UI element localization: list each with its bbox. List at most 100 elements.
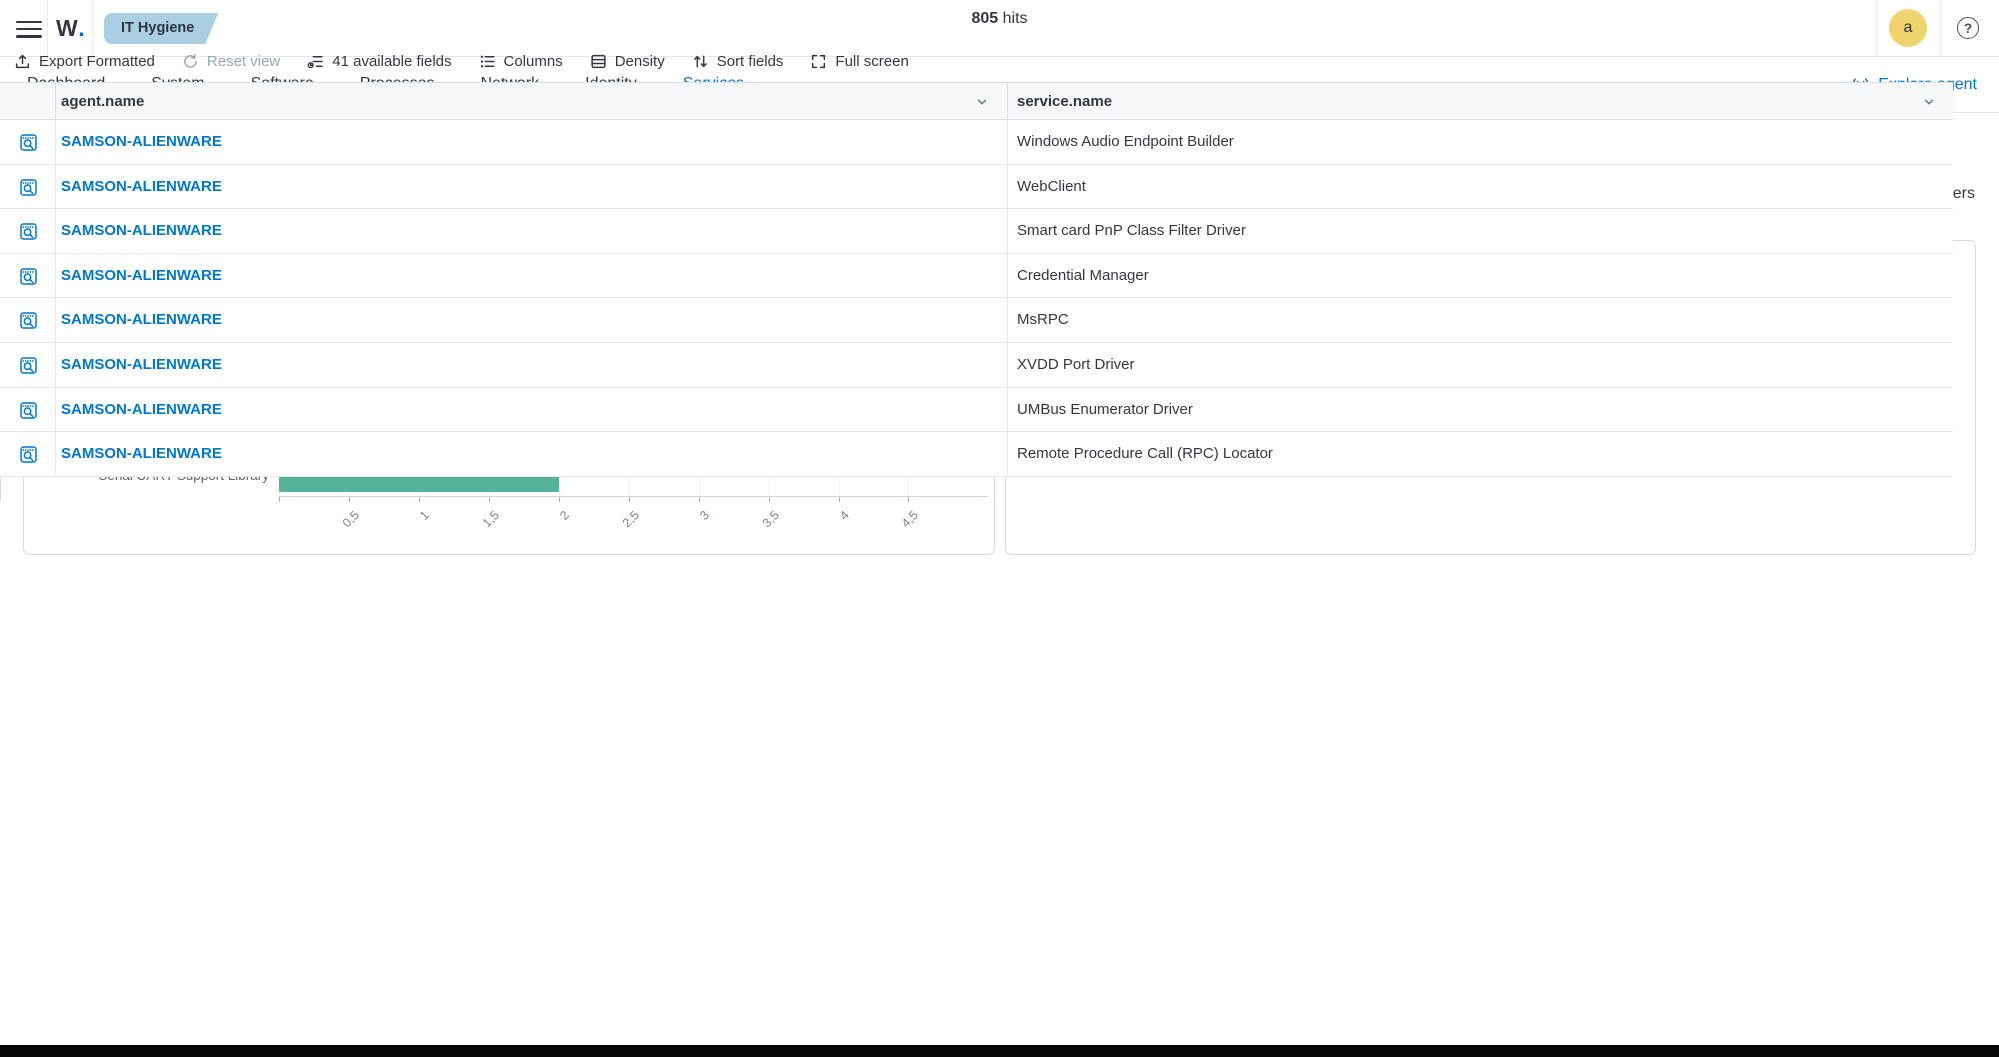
x-tick	[419, 497, 420, 502]
table-row: SAMSON-ALIENWARE Remote Procedure Call (R…	[0, 432, 1953, 477]
divider	[1007, 388, 1008, 432]
x-tick	[699, 497, 700, 502]
agent-name-link[interactable]: SAMSON-ALIENWARE	[61, 298, 222, 343]
divider	[1007, 83, 1008, 119]
divider	[55, 209, 56, 253]
x-tick	[769, 497, 770, 502]
table-toolbar: Export Formatted Reset view 41 available f…	[14, 44, 909, 78]
divider	[1007, 432, 1008, 476]
divider	[1007, 209, 1008, 253]
x-tick-label: 4,5	[880, 508, 921, 549]
inspect-document-icon[interactable]	[19, 222, 38, 241]
divider	[1007, 120, 1008, 164]
fields-icon	[307, 53, 324, 70]
divider	[1876, 0, 1877, 57]
divider	[55, 165, 56, 209]
wazuh-it-hygiene-page: W. IT Hygiene a ? DashboardSystemSoftwar…	[0, 0, 1999, 1057]
density-button[interactable]: Density	[590, 53, 665, 70]
table-row: SAMSON-ALIENWARE XVDD Port Driver	[0, 343, 1953, 388]
agent-name-link[interactable]: SAMSON-ALIENWARE	[61, 120, 222, 165]
toolbar-label: Reset view	[207, 53, 280, 70]
reset-view-button: Reset view	[182, 53, 280, 70]
agent-name-link[interactable]: SAMSON-ALIENWARE	[61, 432, 222, 477]
service-name-cell: Remote Procedure Call (RPC) Locator	[1017, 432, 1273, 477]
x-tick	[839, 497, 840, 502]
divider	[55, 254, 56, 298]
agent-name-link[interactable]: SAMSON-ALIENWARE	[61, 254, 222, 299]
hits-count: 805 hits	[0, 10, 1953, 28]
divider	[1940, 0, 1941, 57]
divider	[1007, 343, 1008, 387]
divider	[55, 388, 56, 432]
x-tick	[279, 497, 280, 502]
x-tick-label: 2	[531, 508, 572, 549]
service-name-cell: WebClient	[1017, 165, 1086, 210]
density-icon	[590, 53, 607, 70]
table-row: SAMSON-ALIENWARE Smart card PnP Class Fil…	[0, 209, 1953, 254]
divider	[55, 83, 56, 119]
agent-name-link[interactable]: SAMSON-ALIENWARE	[61, 209, 222, 254]
divider	[1007, 298, 1008, 342]
toolbar-label: Columns	[504, 53, 563, 70]
x-tick-label: 1	[391, 508, 432, 549]
x-tick-label: 2,5	[601, 508, 642, 549]
chevron-down-icon[interactable]	[975, 95, 989, 109]
service-name-cell: Credential Manager	[1017, 254, 1149, 299]
service-name-cell: Windows Audio Endpoint Builder	[1017, 120, 1234, 165]
agent-name-link[interactable]: SAMSON-ALIENWARE	[61, 165, 222, 210]
service-name-cell: UMBus Enumerator Driver	[1017, 388, 1193, 433]
table-row: SAMSON-ALIENWARE WebClient	[0, 165, 1953, 210]
x-tick	[489, 497, 490, 502]
table-row: SAMSON-ALIENWARE UMBus Enumerator Driver	[0, 388, 1953, 433]
divider	[55, 432, 56, 476]
agent-name-link[interactable]: SAMSON-ALIENWARE	[61, 343, 222, 388]
inspect-document-icon[interactable]	[19, 267, 38, 286]
table-row: SAMSON-ALIENWAREMsRPC	[0, 298, 1953, 343]
service-name-cell: Smart card PnP Class Filter Driver	[1017, 209, 1246, 254]
table-body: SAMSON-ALIENWARE Windows Audio Endpoint B…	[0, 120, 1953, 477]
x-tick-label: 3,5	[740, 508, 781, 549]
refresh-icon	[182, 53, 199, 70]
x-tick	[349, 497, 350, 502]
table-row: SAMSON-ALIENWARE Windows Audio Endpoint B…	[0, 120, 1953, 165]
fullscreen-icon	[810, 53, 827, 70]
x-tick	[559, 497, 560, 502]
toolbar-label: Sort fields	[717, 53, 784, 70]
x-tick-label: 4	[810, 508, 851, 549]
divider	[55, 343, 56, 387]
column-header-service-name[interactable]: service.name	[1017, 83, 1112, 121]
chevron-down-icon[interactable]	[1922, 95, 1936, 109]
sort-fields-button[interactable]: Sort fields	[692, 53, 784, 70]
toolbar-label: Full screen	[835, 53, 908, 70]
x-axis-line	[279, 496, 988, 497]
divider	[1007, 254, 1008, 298]
divider	[55, 298, 56, 342]
full-screen-button[interactable]: Full screen	[810, 53, 908, 70]
table-header-row: agent.name service.name	[0, 82, 1953, 120]
columns-button[interactable]: Columns	[479, 53, 563, 70]
inspect-document-icon[interactable]	[19, 445, 38, 464]
sort-icon	[692, 53, 709, 70]
table-row: SAMSON-ALIENWARE Credential Manager	[0, 254, 1953, 299]
screen-bottom-edge	[0, 1045, 1999, 1057]
x-tick-label: 0,5	[321, 508, 362, 549]
41-available-fields-button[interactable]: 41 available fields	[307, 53, 451, 70]
export-formatted-button[interactable]: Export Formatted	[14, 53, 155, 70]
inspect-document-icon[interactable]	[19, 133, 38, 152]
service-name-cell: XVDD Port Driver	[1017, 343, 1135, 388]
columns-icon	[479, 53, 496, 70]
x-tick	[629, 497, 630, 502]
inspect-document-icon[interactable]	[19, 356, 38, 375]
column-header-agent-name[interactable]: agent.name	[61, 83, 144, 121]
toolbar-label: Density	[615, 53, 665, 70]
agent-name-link[interactable]: SAMSON-ALIENWARE	[61, 388, 222, 433]
inspect-document-icon[interactable]	[19, 401, 38, 420]
x-tick-label: 1,5	[461, 508, 502, 549]
inspect-document-icon[interactable]	[19, 178, 38, 197]
toolbar-label: 41 available fields	[332, 53, 451, 70]
toolbar-label: Export Formatted	[39, 53, 155, 70]
inspect-document-icon[interactable]	[19, 311, 38, 330]
x-tick	[908, 497, 909, 502]
x-tick-label: 3	[671, 508, 712, 549]
divider	[55, 120, 56, 164]
